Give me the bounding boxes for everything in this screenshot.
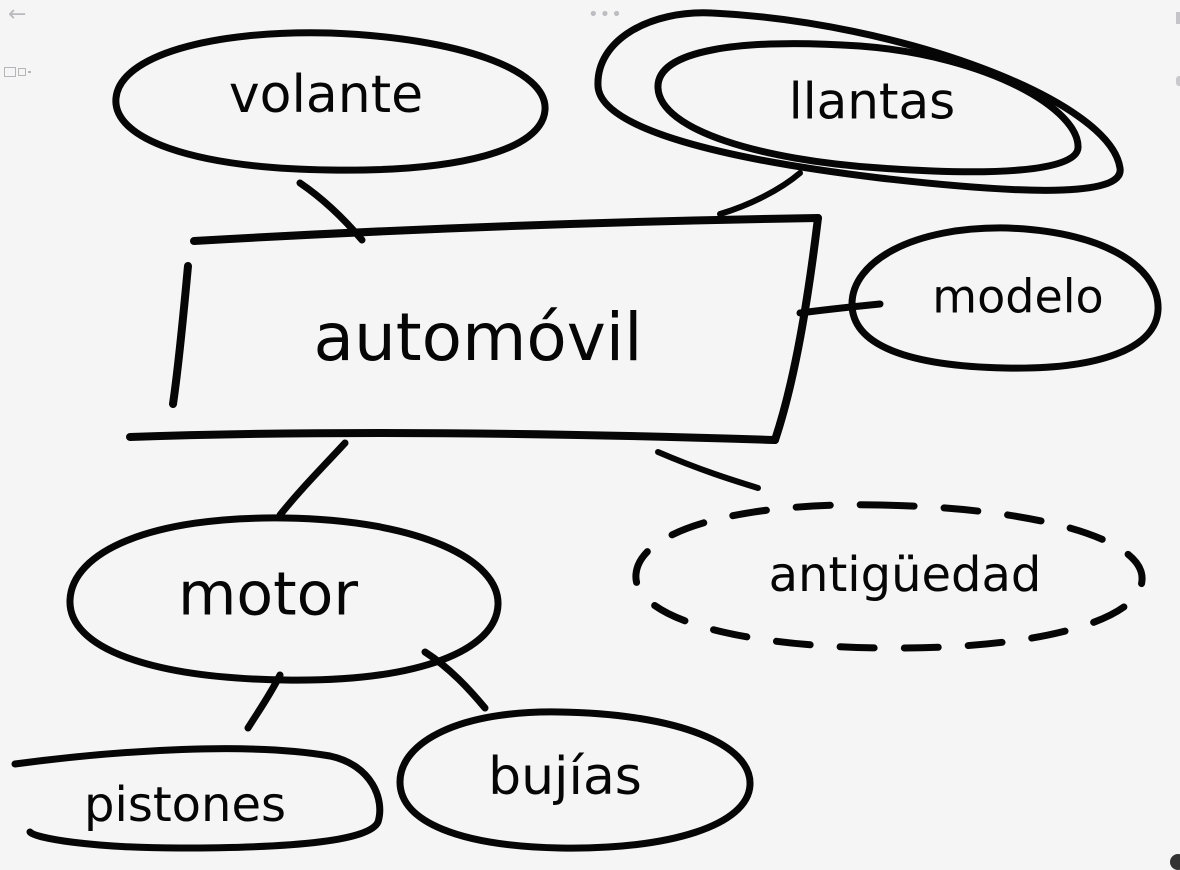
- attribute-pistones: pistones: [11, 745, 384, 852]
- attribute-label: motor: [178, 560, 358, 630]
- drawing-canvas[interactable]: automóvil volante llantas modelo antigüe…: [0, 0, 1180, 866]
- attribute-label: llantas: [789, 73, 955, 131]
- attribute-label: volante: [229, 65, 423, 125]
- attribute-llantas: llantas: [594, 9, 1124, 217]
- attribute-label: antigüedad: [769, 547, 1042, 603]
- attribute-motor: motor: [66, 439, 502, 732]
- attribute-label: modelo: [932, 270, 1103, 324]
- attribute-bujias: bujías: [396, 708, 754, 852]
- entity-automovil: automóvil: [126, 214, 822, 444]
- attribute-antiguedad: antigüedad: [632, 449, 1146, 652]
- attribute-label: bujías: [488, 747, 642, 807]
- entity-label: automóvil: [314, 299, 643, 376]
- attribute-volante: volante: [112, 29, 549, 244]
- attribute-modelo: modelo: [796, 224, 1162, 372]
- attribute-label: pistones: [84, 777, 286, 833]
